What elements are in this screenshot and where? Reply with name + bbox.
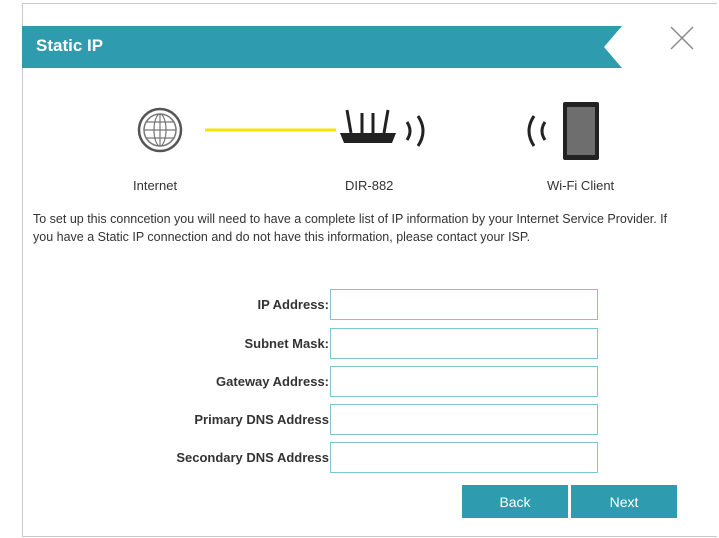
client-label: Wi-Fi Client [547,178,615,193]
wifi-signal-icon [405,115,425,147]
subnet-mask-field[interactable] [330,328,598,359]
subnet-mask-label: Subnet Mask: [244,336,329,351]
gateway-address-label: Gateway Address: [216,374,329,389]
secondary-dns-field[interactable] [330,442,598,473]
dialog-header: Static IP [22,26,622,68]
back-button[interactable]: Back [462,485,568,518]
wifi-receive-icon [527,115,547,147]
router-label: DIR-882 [345,178,394,193]
close-icon[interactable] [668,24,696,52]
primary-dns-label: Primary DNS Address [194,412,329,427]
ip-address-label: IP Address: [257,297,329,312]
description-text: To set up this conncetion you will need … [33,212,668,244]
router-icon [340,109,396,143]
ip-address-field[interactable] [330,289,598,320]
next-button[interactable]: Next [571,485,677,518]
internet-label: Internet [133,178,178,193]
primary-dns-field[interactable] [330,404,598,435]
header-banner [22,26,622,68]
tablet-icon [563,102,599,160]
secondary-dns-label: Secondary DNS Address [176,450,329,465]
connection-diagram: Internet DIR-882 Wi-Fi Client [0,90,719,200]
globe-icon [137,107,183,153]
gateway-address-field[interactable] [330,366,598,397]
dialog-title: Static IP [36,36,104,55]
